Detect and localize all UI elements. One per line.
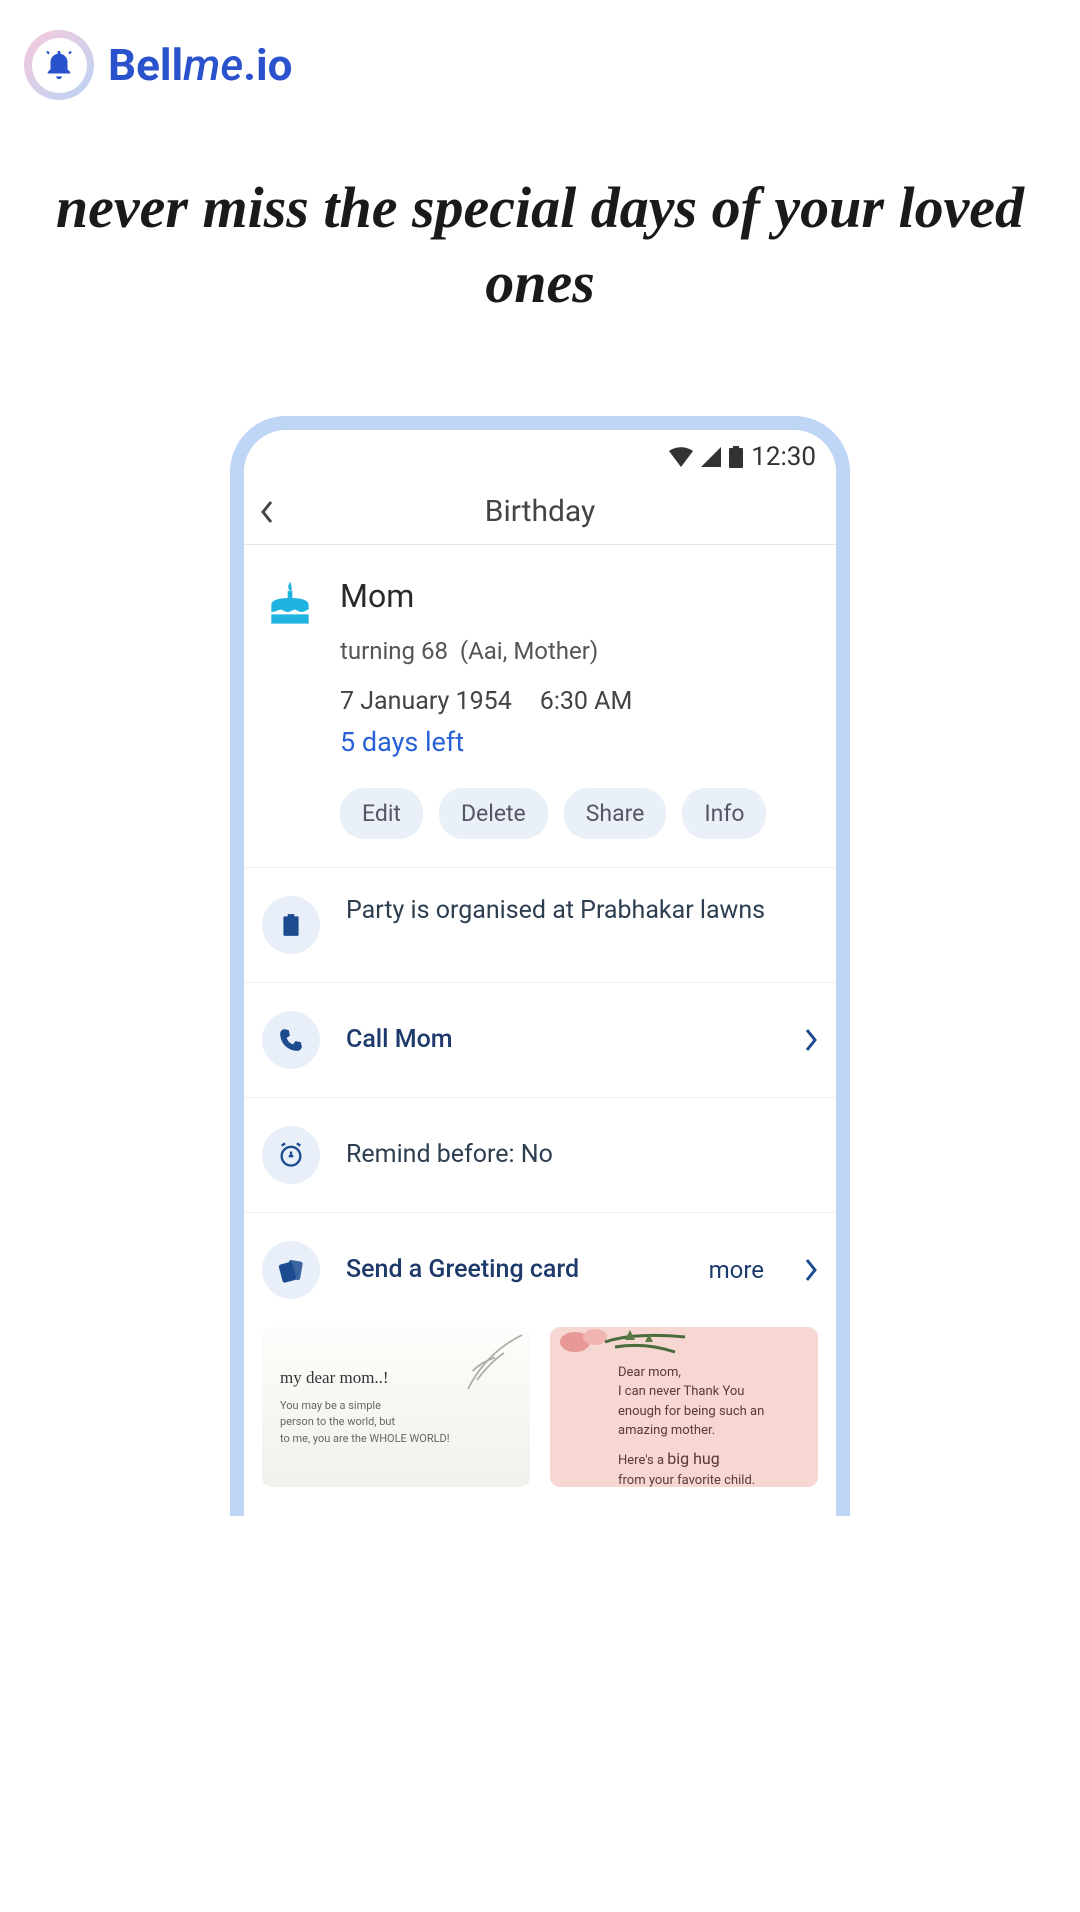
phone-icon [262,1011,320,1069]
clipboard-icon [262,896,320,954]
status-bar: 12:30 [244,430,836,480]
event-summary: Mom turning 68 (Aai, Mother) 7 January 1… [244,545,836,868]
battery-icon [729,446,743,468]
call-label: Call Mom [346,1025,778,1054]
note-row: Party is organised at Prabhakar lawns [244,868,836,983]
chevron-right-icon [804,1258,818,1282]
logo-text: Bellme.io [108,39,292,91]
greeting-row[interactable]: Send a Greeting card more [244,1213,836,1327]
alarm-add-icon [262,1126,320,1184]
info-button[interactable]: Info [682,788,766,839]
app-bar: Birthday [244,480,836,545]
person-name: Mom [340,577,818,615]
edit-button[interactable]: Edit [340,788,423,839]
greeting-label: Send a Greeting card [346,1255,683,1284]
cake-icon [262,577,318,633]
event-datetime: 7 January 19546:30 AM [340,687,818,716]
delete-button[interactable]: Delete [439,788,548,839]
call-row[interactable]: Call Mom [244,983,836,1098]
tagline: never miss the special days of your love… [0,170,1080,321]
status-time: 12:30 [751,442,816,472]
chevron-right-icon [804,1028,818,1052]
logo-badge [24,30,94,100]
note-text: Party is organised at Prabhakar lawns [346,896,818,925]
chevron-left-icon [260,500,274,524]
person-subinfo: turning 68 (Aai, Mother) [340,637,818,665]
phone-frame: 12:30 Birthday Mom turning 68 (Aai, Moth… [230,416,850,1516]
greeting-cards: my dear mom..! You may be a simple perso… [244,1327,836,1487]
app-header: Bellme.io [0,0,1080,130]
share-button[interactable]: Share [564,788,667,839]
days-left: 5 days left [340,726,818,758]
more-link[interactable]: more [709,1256,764,1284]
app-bar-title: Birthday [485,494,595,529]
greeting-card-2[interactable]: Dear mom, I can never Thank You enough f… [550,1327,818,1487]
bell-icon [42,48,76,82]
back-button[interactable] [260,500,274,524]
action-chips: Edit Delete Share Info [340,788,818,839]
remind-label: Remind before: No [346,1140,818,1169]
signal-icon [701,447,721,467]
leaf-decoration-icon [450,1327,530,1407]
remind-row[interactable]: Remind before: No [244,1098,836,1213]
cards-icon [262,1241,320,1299]
wifi-icon [669,447,693,467]
flower-decoration-icon [550,1327,695,1382]
greeting-card-1[interactable]: my dear mom..! You may be a simple perso… [262,1327,530,1487]
